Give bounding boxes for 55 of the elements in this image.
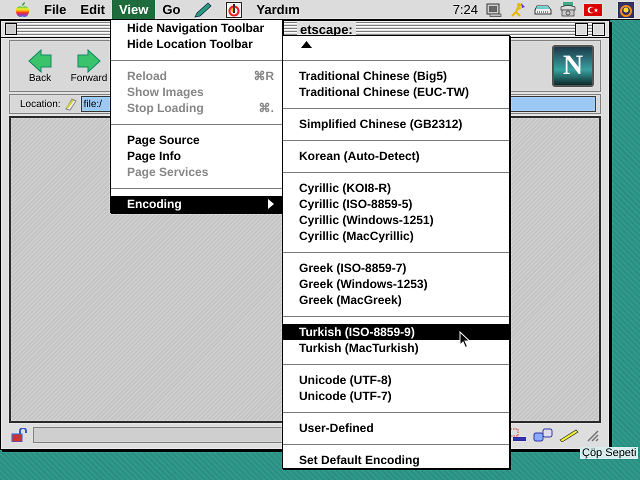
computer-icon[interactable] — [486, 2, 502, 16]
clock: 7:24 — [452, 2, 479, 17]
menu-item[interactable]: Greek (MacGreek) — [283, 292, 509, 308]
forward-arrow-icon — [76, 48, 102, 72]
menu-item[interactable]: Traditional Chinese (Big5) — [283, 68, 509, 84]
apple-icon — [15, 2, 30, 18]
menu-item[interactable]: Cyrillic (MacCyrillic) — [283, 228, 509, 244]
scroll-up-arrow-icon[interactable] — [301, 40, 312, 48]
submenu-arrow-icon — [268, 199, 274, 209]
menu-item[interactable]: Page Info — [111, 148, 282, 164]
app-icon — [226, 2, 242, 18]
menu-item[interactable]: Unicode (UTF-8) — [283, 372, 509, 388]
menu-title[interactable]: File — [37, 0, 74, 19]
menu-item[interactable]: Hide Navigation Toolbar — [111, 20, 282, 36]
logo[interactable]: N — [552, 45, 594, 87]
padlock-icon[interactable] — [11, 428, 27, 442]
mouse-pointer-icon — [459, 331, 471, 349]
pen-icon[interactable] — [559, 428, 579, 442]
page-proxy-icon[interactable] — [64, 97, 78, 111]
telephone-icon[interactable] — [560, 2, 576, 17]
menu-item[interactable]: Turkish (ISO-8859-9) — [283, 324, 509, 340]
close-box[interactable] — [5, 23, 17, 35]
menu-item[interactable]: Greek (Windows-1253) — [283, 276, 509, 292]
menu-item[interactable]: Set Default Encoding — [283, 452, 509, 468]
drive-icon[interactable] — [534, 4, 552, 14]
menu-item[interactable]: Traditional Chinese (EUC-TW) — [283, 84, 509, 100]
location-label: Location: — [20, 98, 61, 110]
menu-item[interactable]: Unicode (UTF-7) — [283, 388, 509, 404]
menu-title[interactable]: Yardım — [249, 0, 307, 19]
back-arrow-icon — [27, 48, 53, 72]
toolbar-button[interactable]: Forward — [67, 48, 111, 84]
menu-item[interactable]: Simplified Chinese (GB2312) — [283, 116, 509, 132]
menu-title[interactable]: Edit — [73, 0, 112, 19]
trash-label[interactable]: Çöp Sepeti — [580, 447, 638, 459]
zoom-box[interactable] — [575, 22, 588, 36]
menu-title[interactable]: Go — [155, 0, 188, 19]
menu-item[interactable]: Cyrillic (KOI8-R) — [283, 180, 509, 196]
flag-icon[interactable] — [584, 4, 602, 16]
menu-item[interactable]: Korean (Auto-Detect) — [283, 148, 509, 164]
collapse-box[interactable] — [592, 22, 605, 36]
chat-icon[interactable] — [533, 428, 553, 442]
menu-item[interactable]: Encoding — [111, 196, 282, 212]
menu-item[interactable]: Greek (ISO-8859-7) — [283, 260, 509, 276]
running-figure-icon[interactable] — [510, 2, 526, 18]
app-icon[interactable] — [618, 2, 634, 18]
menu-item[interactable]: User-Defined — [283, 420, 509, 436]
menu-item[interactable]: Page Source — [111, 132, 282, 148]
menu-item[interactable]: Cyrillic (Windows-1251) — [283, 212, 509, 228]
window-title: etscape: — [297, 22, 356, 36]
menu-item[interactable]: Cyrillic (ISO-8859-5) — [283, 196, 509, 212]
toolbar-button[interactable]: Back — [18, 48, 62, 84]
menu-item[interactable]: Hide Location Toolbar — [111, 36, 282, 52]
resize-grip-icon[interactable] — [585, 428, 599, 442]
menu-item[interactable]: Turkish (MacTurkish) — [283, 340, 509, 356]
menu-title[interactable]: View — [112, 0, 156, 19]
